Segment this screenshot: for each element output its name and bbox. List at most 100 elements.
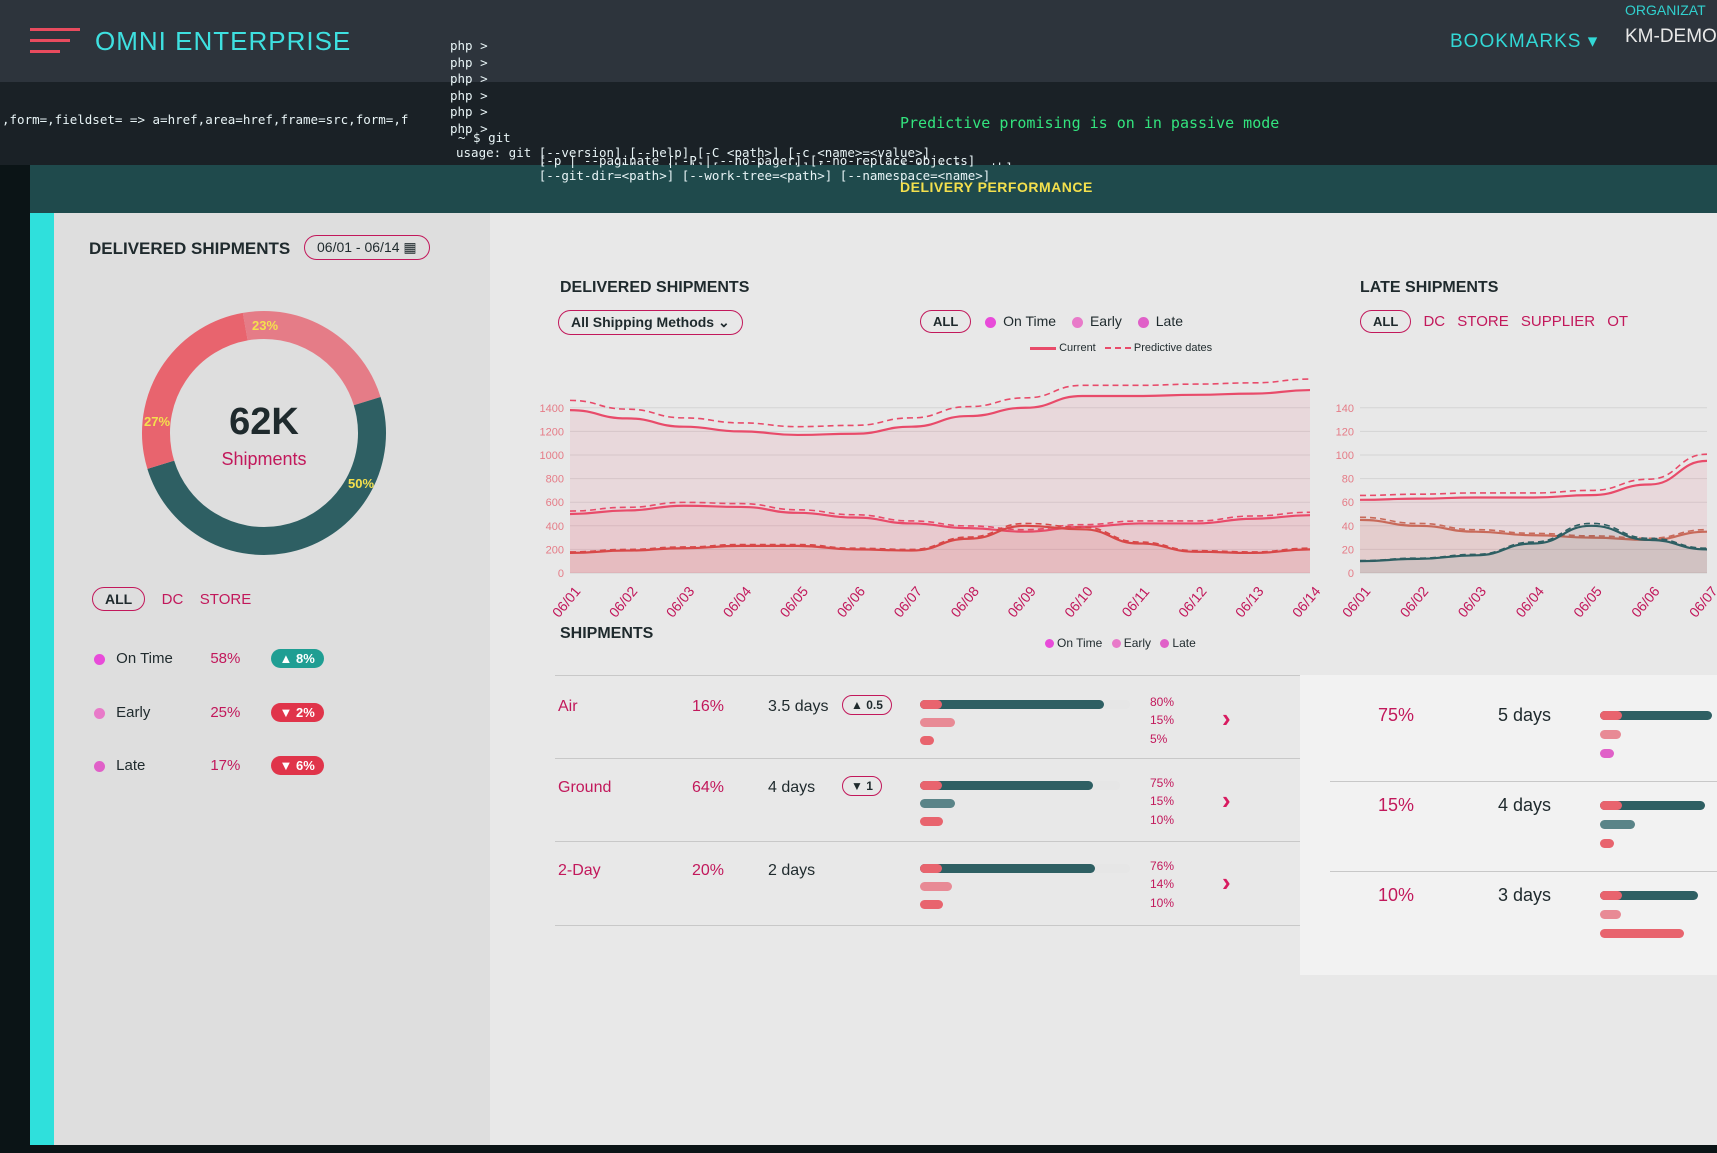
x-tick-label: 06/12 [1175,583,1210,620]
donut-chart: 62K Shipments 23% 27% 50% [142,311,386,555]
x-tick-label: 06/08 [947,583,982,620]
x-tick-label: 06/10 [1061,583,1096,620]
late-bar-late [1600,929,1684,938]
bar-pct: 10% [1150,813,1175,827]
delta-value: 2% [296,705,315,720]
filter-all[interactable]: ALL [920,310,972,333]
bar-cap [1600,891,1622,900]
shipping-method-select[interactable]: All Shipping Methods ⌄ [558,310,743,335]
legend-dot [985,316,997,328]
delivered-filter-row: ALL On Time Early Late [920,310,1183,333]
legend-row-late: Late 17% ▼ 6% [94,756,324,775]
x-tick-label: 06/05 [776,583,811,620]
late-filter-row: ALL DC STORE SUPPLIER OT [1360,310,1628,333]
filter-on-time[interactable]: On Time [1003,313,1056,329]
divider [1330,781,1717,782]
late-bar [920,900,943,909]
filter-dc[interactable]: DC [162,591,184,608]
legend-dot [1111,639,1121,649]
git-usage-line: [-p | --paginate | -P | --no-pager] [--n… [456,153,976,168]
y-tick-label: 0 [1348,568,1354,580]
top-bar: OMNI ENTERPRISE BOOKMARKS ▾ ORGANIZAT KM… [0,0,1717,82]
late-bar-early [1600,730,1621,739]
method-name: Air [558,698,578,715]
bar-pct: 14% [1150,877,1175,891]
bar-cap [920,781,942,790]
legend-dot [1045,639,1054,649]
early-bar [920,799,955,808]
late-bar-early [1600,820,1635,829]
organization-selector[interactable]: KM-DEMO [1625,26,1717,48]
bar-pct: 80% [1150,695,1175,709]
legend-dot [94,760,105,772]
filter-other[interactable]: OT [1607,313,1628,330]
delta-value: 1 [866,779,873,793]
delivered-line-chart: 0 200 400 600 800 1000 1200 1400 06/01 06/02 06/03… [540,378,1320,620]
legend-label: On Time [116,650,173,667]
y-tick-label: 800 [546,474,564,486]
chevron-right-icon[interactable]: › [1222,867,1231,898]
y-tick-label: 1200 [540,426,564,438]
early-bar [920,882,953,891]
app-brand[interactable]: OMNI ENTERPRISE [95,26,351,57]
legend-late: Late [1172,636,1196,650]
delta-value: 0.5 [866,698,883,712]
y-tick-label: 20 [1342,544,1354,556]
shipments-title: SHIPMENTS [560,625,654,642]
delta-value: 6% [296,758,315,773]
filter-late[interactable]: Late [1156,313,1183,329]
filter-store[interactable]: STORE [1457,313,1508,330]
bar-pct: 10% [1150,896,1175,910]
x-tick-label: 06/01 [1339,583,1374,620]
x-tick-label: 06/07 [1686,583,1717,620]
x-tick-label: 06/14 [1289,583,1320,620]
legend-dot [1071,316,1083,328]
method-pct: 16% [692,698,725,715]
donut-total: 62K [229,401,299,443]
y-tick-label: 400 [546,521,564,533]
bar-cap [920,864,942,873]
bookmarks-menu[interactable]: BOOKMARKS ▾ [1450,30,1598,53]
bar-cap [920,700,942,709]
donut-label: Shipments [221,449,306,469]
method-days: 2 days [768,862,816,879]
date-range-picker[interactable]: 06/01 - 06/14 ▦ [304,235,430,260]
late-detail-panel: 75% 5 days 15% 4 days 10% 3 days [1300,675,1717,975]
divider [1330,871,1717,872]
filter-all[interactable]: ALL [1360,310,1412,333]
panel-title: DELIVERED SHIPMENTS [89,239,291,258]
chevron-right-icon[interactable]: › [1222,785,1231,816]
filter-early[interactable]: Early [1090,313,1122,329]
x-tick-label: 06/02 [606,583,641,620]
predictive-banner: Predictive promising is on in passive mo… [900,114,1280,132]
y-tick-label: 60 [1342,497,1354,509]
divider [555,925,1315,926]
x-tick-label: 06/06 [833,583,868,620]
php-prompt: php > [450,38,488,53]
git-command: ~ $ git [458,130,511,145]
y-tick-label: 600 [546,497,564,509]
bar-pct: 15% [1150,794,1175,808]
slice-label-on-time: 50% [348,476,374,491]
php-prompt: php > [450,104,488,119]
x-tick-label: 06/13 [1232,583,1267,620]
shipments-legend: On Time Early Late [1045,636,1196,650]
y-tick-label: 140 [1336,403,1354,415]
y-tick-label: 40 [1342,521,1354,533]
legend-row-on-time: On Time 58% ▲ 8% [94,649,324,668]
filter-supplier[interactable]: SUPPLIER [1521,313,1595,330]
legend-predictive: Predictive dates [1133,342,1213,354]
chevron-right-icon[interactable]: › [1222,703,1231,734]
days-delta-badge: ▲ 0.5 [842,695,892,715]
method-name: 2-Day [558,862,601,879]
menu-icon[interactable] [30,28,80,58]
filter-store[interactable]: STORE [200,591,251,608]
shipping-method-value: All Shipping Methods [571,314,715,330]
late-line-chart: 0 20 40 60 80 100 120 140 06/01 06/02 06/03 06/04 06… [1336,403,1717,621]
filter-dc[interactable]: DC [1423,313,1445,330]
php-prompts: php > php > php > php > php > php > [450,38,488,137]
on-time-bar [920,700,1104,709]
bar-pct: 76% [1150,859,1175,873]
left-filter-row: ALL DC STORE [92,587,251,611]
filter-all[interactable]: ALL [92,587,146,611]
